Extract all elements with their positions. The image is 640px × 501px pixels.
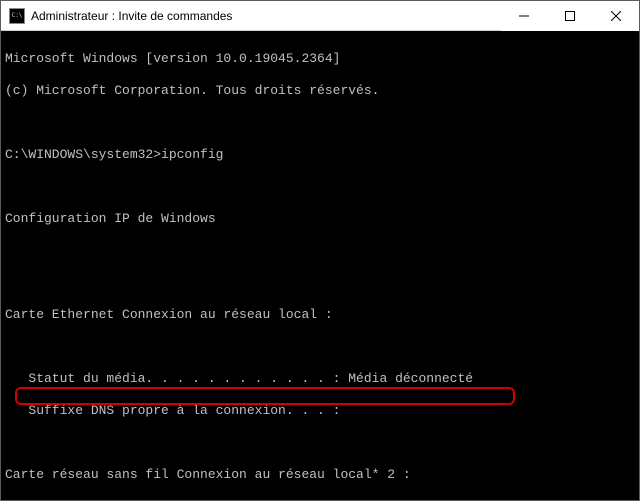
window-title: Administrateur : Invite de commandes xyxy=(31,9,232,23)
terminal-line: (c) Microsoft Corporation. Tous droits r… xyxy=(5,83,635,99)
maximize-icon xyxy=(565,11,575,21)
cmd-window: Administrateur : Invite de commandes Mic… xyxy=(0,0,640,501)
terminal-line: Configuration IP de Windows xyxy=(5,211,635,227)
adapter-header: Carte réseau sans fil Connexion au résea… xyxy=(5,467,635,483)
cmd-icon xyxy=(9,8,25,24)
terminal-prompt: C:\WINDOWS\system32>ipconfig xyxy=(5,147,635,163)
minimize-icon xyxy=(519,11,529,21)
terminal-output[interactable]: Microsoft Windows [version 10.0.19045.23… xyxy=(1,31,639,500)
window-controls xyxy=(501,1,639,30)
terminal-blank xyxy=(5,339,635,355)
terminal-line: Microsoft Windows [version 10.0.19045.23… xyxy=(5,51,635,67)
minimize-button[interactable] xyxy=(501,1,547,31)
adapter-header: Carte Ethernet Connexion au réseau local… xyxy=(5,307,635,323)
close-icon xyxy=(611,11,621,21)
close-button[interactable] xyxy=(593,1,639,31)
terminal-blank xyxy=(5,115,635,131)
terminal-blank xyxy=(5,243,635,259)
terminal-line: Statut du média. . . . . . . . . . . . :… xyxy=(5,371,635,387)
titlebar[interactable]: Administrateur : Invite de commandes xyxy=(1,1,639,31)
terminal-blank xyxy=(5,499,635,500)
terminal-line: Suffixe DNS propre à la connexion. . . : xyxy=(5,403,635,419)
terminal-blank xyxy=(5,435,635,451)
terminal-blank xyxy=(5,179,635,195)
terminal-blank xyxy=(5,275,635,291)
maximize-button[interactable] xyxy=(547,1,593,31)
